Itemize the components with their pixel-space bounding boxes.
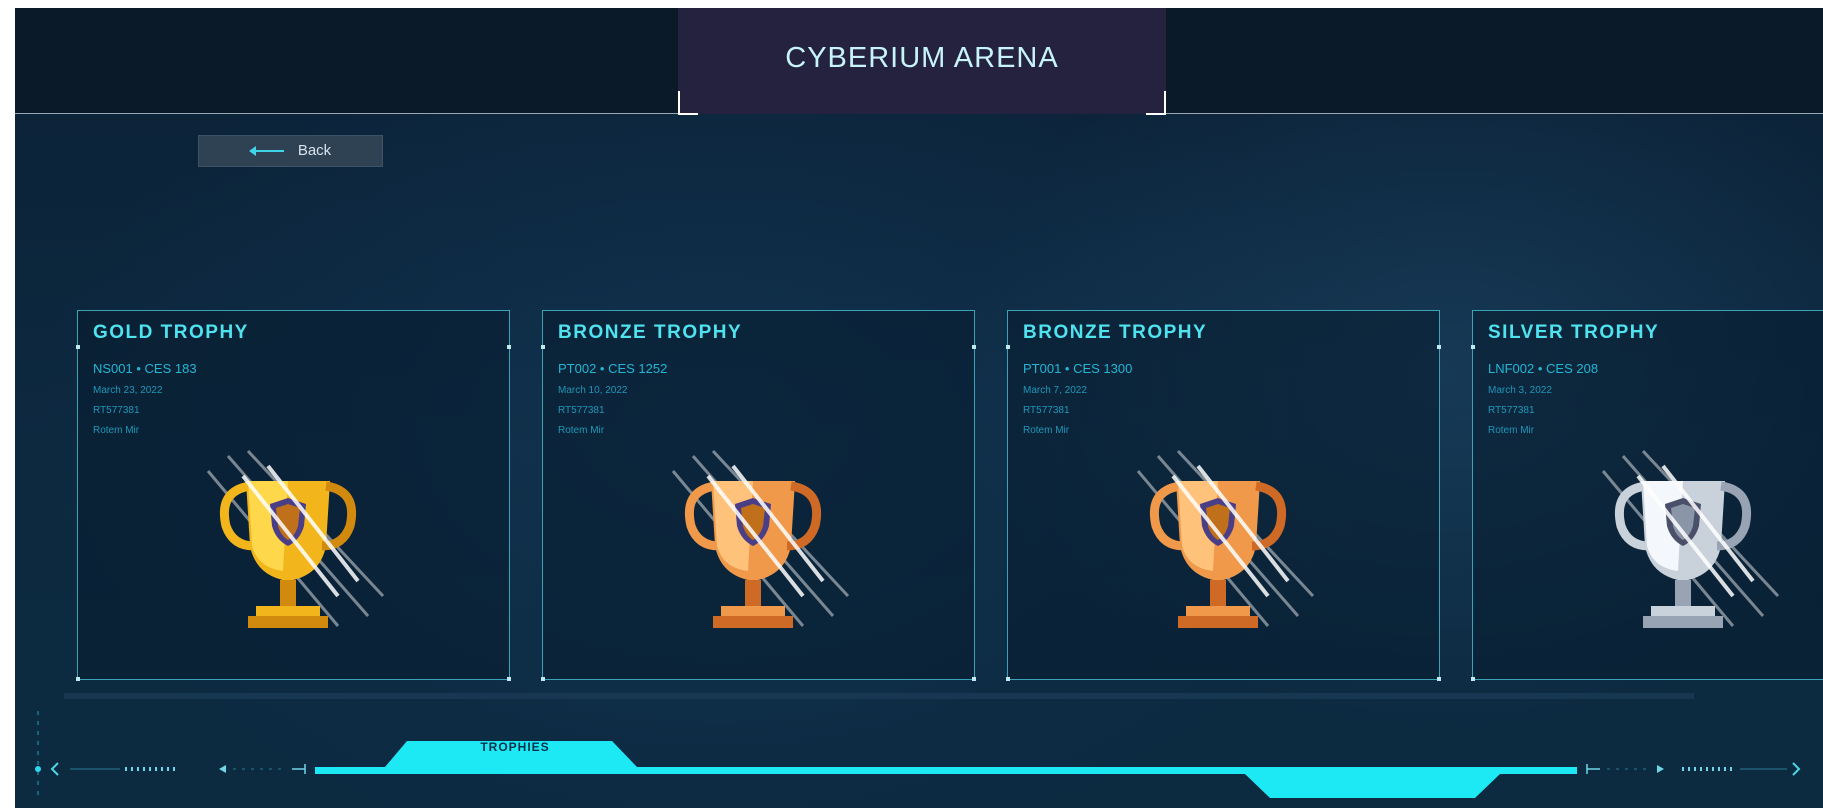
trophy-date: March 7, 2022 [1023, 385, 1087, 396]
trophy-id: RT577381 [558, 405, 605, 416]
trophy-code: NS001 • CES 183 [93, 361, 197, 376]
corner-dot [1006, 345, 1010, 349]
title-corner-right [1146, 91, 1166, 115]
trophy-owner: Rotem Mir [1023, 425, 1070, 436]
trophy-owner: Rotem Mir [558, 425, 605, 436]
chevron-left-icon[interactable] [50, 762, 59, 776]
corner-dot [1006, 677, 1010, 681]
tab-trophies-label[interactable]: TROPHIES [425, 740, 605, 754]
top-bar: CYBERIUM ARENA [15, 8, 1823, 115]
trophy-code: LNF002 • CES 208 [1488, 361, 1599, 376]
app-title: CYBERIUM ARENA [785, 42, 1059, 74]
bottom-nav [35, 711, 1801, 798]
corner-dot [972, 677, 976, 681]
trophy-code: PT001 • CES 1300 [1023, 361, 1133, 376]
corner-dot [507, 677, 511, 681]
corner-dot [507, 345, 511, 349]
trophy-title: BRONZE TROPHY [1023, 322, 1208, 343]
corner-dot [76, 345, 80, 349]
back-button[interactable]: Back [198, 135, 383, 167]
left-arrow-icon [248, 146, 284, 157]
corner-dot [972, 345, 976, 349]
trophy-date: March 10, 2022 [558, 385, 628, 396]
trophy-card[interactable]: GOLD TROPHY NS001 • CES 183 March 23, 20… [76, 310, 511, 681]
trophy-icon [206, 449, 385, 628]
trophy-id: RT577381 [1023, 405, 1070, 416]
corner-dot [541, 345, 545, 349]
corner-dot [1471, 345, 1475, 349]
corner-dot [76, 677, 80, 681]
trophy-date: March 3, 2022 [1488, 385, 1552, 396]
app-screen: CYBERIUM ARENA Back GOLD TROPHY NS001 • … [15, 8, 1823, 808]
app-title-box: CYBERIUM ARENA [678, 8, 1166, 115]
trophy-card[interactable]: SILVER TROPHY LNF002 • CES 208 March 3, … [1471, 310, 1823, 681]
corner-dot [1437, 677, 1441, 681]
trophy-icon [1136, 449, 1315, 628]
back-button-label: Back [297, 142, 332, 159]
trophy-card[interactable]: BRONZE TROPHY PT001 • CES 1300 March 7, … [1006, 310, 1441, 681]
trophy-id: RT577381 [1488, 405, 1535, 416]
trophy-title: GOLD TROPHY [93, 322, 249, 343]
trophy-owner: Rotem Mir [93, 425, 140, 436]
trophy-card[interactable]: BRONZE TROPHY PT002 • CES 1252 March 10,… [541, 310, 976, 681]
trophy-title: SILVER TROPHY [1488, 322, 1660, 343]
chevron-right-icon[interactable] [1792, 762, 1801, 776]
trophy-title: BRONZE TROPHY [558, 322, 743, 343]
carousel-divider [64, 693, 1694, 699]
title-corner-left [678, 91, 698, 115]
trophy-date: March 23, 2022 [93, 385, 163, 396]
corner-dot [1471, 677, 1475, 681]
trophy-id: RT577381 [93, 405, 140, 416]
trophy-code: PT002 • CES 1252 [558, 361, 668, 376]
corner-dot [1437, 345, 1441, 349]
trophy-icon [1601, 449, 1780, 628]
trophy-owner: Rotem Mir [1488, 425, 1535, 436]
corner-dot [541, 677, 545, 681]
trophy-icon [671, 449, 850, 628]
